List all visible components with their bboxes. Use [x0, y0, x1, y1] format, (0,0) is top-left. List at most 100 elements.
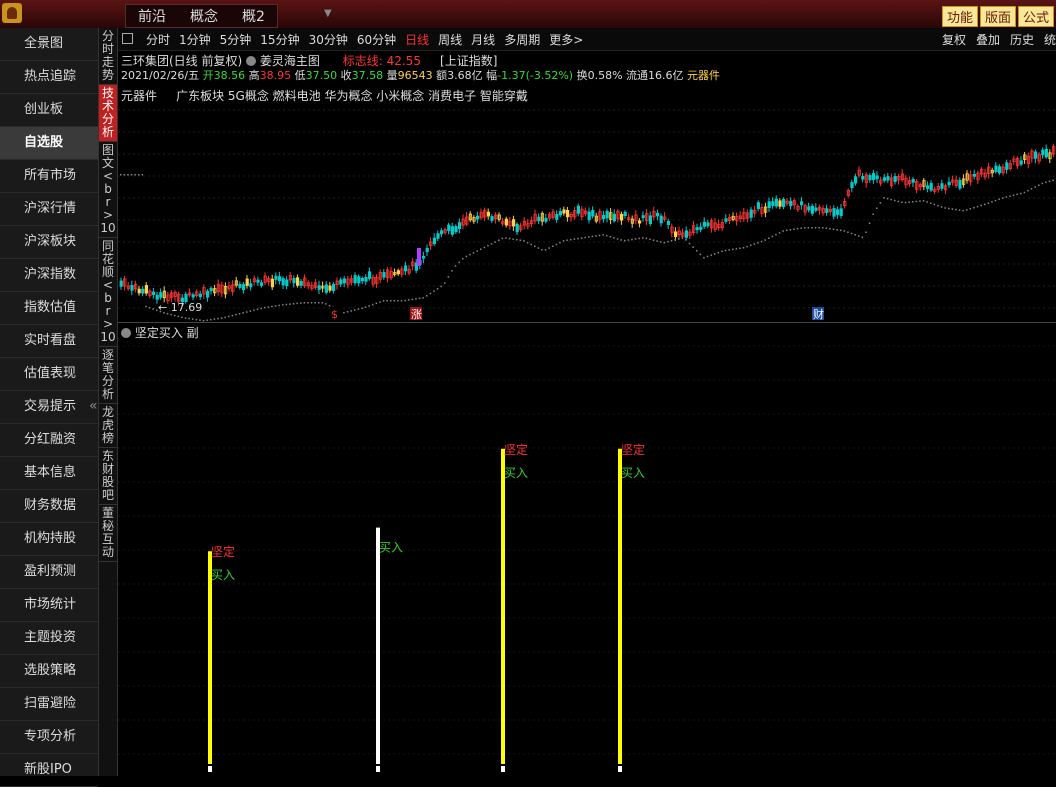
sidebar-item[interactable]: 基本信息 — [0, 457, 98, 490]
toolbar-action[interactable]: 叠加 — [976, 31, 1000, 48]
top-dropdown-icon[interactable]: ▼ — [324, 8, 332, 19]
sidebar-item[interactable]: 热点追踪 — [0, 61, 98, 94]
index-link[interactable]: [上证指数] — [440, 54, 497, 68]
vertical-tab[interactable]: 同花顺 < b r >10 — [99, 238, 117, 347]
top-tab-concept[interactable]: 概念 — [178, 5, 230, 27]
sidebar-item[interactable]: 市场统计 — [0, 589, 98, 622]
function-button[interactable]: 功能 — [941, 6, 978, 27]
signal-bottom-label: 买入 — [504, 466, 528, 480]
signal-bar — [501, 448, 505, 764]
signal-top-label: 坚定 — [211, 544, 235, 559]
period-tab[interactable]: 日线 — [405, 31, 429, 48]
sidebar-collapse-icon[interactable]: « — [89, 398, 98, 414]
sidebar-item[interactable]: 分红融资 — [0, 424, 98, 457]
change-value: -1.37(-3.52%) — [497, 69, 574, 82]
period-tab[interactable]: 更多> — [549, 31, 583, 48]
vertical-tab[interactable]: 董秘互动 — [99, 505, 117, 562]
turnover-value: 0.58% — [587, 69, 623, 82]
sub-chart-title[interactable]: 坚定买入 副 — [135, 326, 199, 340]
open-label: 开 — [202, 69, 214, 82]
toolbar-right: 复权 叠加 历史统 — [942, 31, 1056, 48]
signal-bar — [376, 527, 380, 764]
stock-title: 三环集团(日线 前复权) — [121, 54, 243, 68]
sub-indicator-chart[interactable]: 坚定 买入 买入 坚定 买入 坚定 买入 — [118, 340, 1056, 776]
float-label: 流通 — [626, 69, 649, 82]
chart-divider[interactable] — [118, 322, 1056, 323]
sidebar-item[interactable]: 交易提示 — [0, 391, 98, 424]
top-tab-frontier[interactable]: 前沿 — [126, 5, 178, 27]
top-tab-concept2[interactable]: 概2 — [230, 5, 277, 27]
event-badge[interactable]: $ — [330, 307, 342, 321]
period-tab[interactable]: 5分钟 — [220, 31, 252, 48]
toolbar-action[interactable]: 统 — [1044, 31, 1056, 48]
sidebar-item[interactable]: 所有市场 — [0, 160, 98, 193]
signal-bar — [618, 448, 622, 764]
vertical-tab[interactable]: 龙虎榜 — [99, 404, 117, 448]
vertical-tab[interactable]: 技术分析 — [99, 85, 117, 142]
sidebar-item[interactable]: 财务数据 — [0, 490, 98, 523]
vertical-tab[interactable]: 图文 < b r >10 — [99, 142, 117, 238]
period-tab[interactable]: 分时 — [146, 31, 170, 48]
low-value: 37.50 — [305, 69, 338, 82]
amount-value: 3.68亿 — [447, 69, 483, 82]
indicator-toggle-icon[interactable] — [246, 56, 257, 66]
sub-chart-header: 坚定买入 副 — [121, 324, 199, 341]
indicator-name[interactable]: 姜灵海主图 — [260, 54, 320, 68]
signal-bottom-label: 买入 — [621, 466, 645, 480]
event-badge[interactable]: 财 — [812, 307, 824, 321]
sidebar-item[interactable]: 沪深指数 — [0, 259, 98, 292]
high-value: 38.95 — [259, 69, 292, 82]
high-label: 高 — [248, 69, 260, 82]
mark-line: 标志线: 42.55 — [342, 54, 421, 68]
sidebar-item[interactable]: 全景图 — [0, 28, 98, 61]
signal-top-label: 坚定 — [504, 442, 528, 457]
period-tab[interactable]: 15分钟 — [260, 31, 299, 48]
period-tab[interactable]: 多周期 — [504, 31, 540, 48]
sidebar-item[interactable]: 主题投资 — [0, 622, 98, 655]
period-tab[interactable]: 1分钟 — [179, 31, 211, 48]
sidebar-item[interactable]: 专项分析 — [0, 721, 98, 754]
vertical-tab[interactable]: 分时走势 — [99, 28, 117, 85]
sidebar-item[interactable]: 沪深板块 — [0, 226, 98, 259]
sidebar-item[interactable]: 指数估值 — [0, 292, 98, 325]
sidebar-item[interactable]: 估值表现 — [0, 358, 98, 391]
vertical-tab[interactable]: 逐笔分析 — [99, 347, 117, 404]
sub-indicator-toggle-icon[interactable] — [121, 328, 131, 338]
period-tab[interactable]: 60分钟 — [357, 31, 396, 48]
vertical-tab[interactable]: 东财股吧 — [99, 448, 117, 505]
sector-tag[interactable]: 元器件 — [687, 69, 720, 82]
float-value: 16.6亿 — [648, 69, 684, 82]
svg-text:涨: 涨 — [411, 308, 422, 321]
sidebar-item[interactable]: 新股IPO — [0, 754, 98, 787]
sidebar-item[interactable]: 机构持股 — [0, 523, 98, 556]
toolbar-action[interactable]: 历史 — [1010, 31, 1034, 48]
signal-bottom-label: 买入 — [211, 568, 235, 582]
period-tab[interactable]: 30分钟 — [309, 31, 348, 48]
sidebar-item[interactable]: 创业板 — [0, 94, 98, 127]
period-tab[interactable]: 周线 — [438, 31, 462, 48]
sidebar-item[interactable]: 选股策略 — [0, 655, 98, 688]
close-label: 收 — [340, 69, 352, 82]
sidebar: 全景图 热点追踪 创业板 自选股 所有市场 沪深行情 沪深板块 沪深指数 指数估值 实时看盘 估值表… — [0, 28, 99, 787]
formula-button[interactable]: 公式 — [1017, 6, 1054, 27]
change-label: 幅 — [486, 69, 498, 82]
toolbar-action[interactable]: 复权 — [942, 31, 966, 48]
sidebar-item[interactable]: 扫雷避险 — [0, 688, 98, 721]
svg-text:财: 财 — [813, 307, 824, 321]
sidebar-item[interactable]: 盈利预测 — [0, 556, 98, 589]
vertical-tabs: 分时走势技术分析图文 < b r >10 同花顺 < b r >10 逐笔分析龙虎榜东财股吧董秘互动 — [99, 28, 118, 776]
sidebar-item[interactable]: 实时看盘 — [0, 325, 98, 358]
layout-button[interactable]: 版面 — [979, 6, 1016, 27]
stock-quote: 2021/02/26/五 开38.56 高38.95 低37.50 收37.58… — [121, 67, 720, 83]
vol-value: 96543 — [397, 69, 433, 82]
toolbar-toggle-icon[interactable] — [122, 33, 133, 44]
event-badge[interactable]: 涨 — [410, 307, 422, 321]
sidebar-item[interactable]: 沪深行情 — [0, 193, 98, 226]
period-tab[interactable]: 月线 — [471, 31, 495, 48]
close-value: 37.58 — [351, 69, 384, 82]
top-right-buttons: 功能 版面 公式 — [941, 6, 1054, 27]
sidebar-item[interactable]: 自选股 — [0, 127, 98, 160]
signal-bottom-label: 买入 — [379, 541, 403, 555]
vol-label: 量 — [386, 69, 398, 82]
candlestick-chart[interactable]: ← 17.69 $ 涨 财 — [118, 100, 1056, 322]
